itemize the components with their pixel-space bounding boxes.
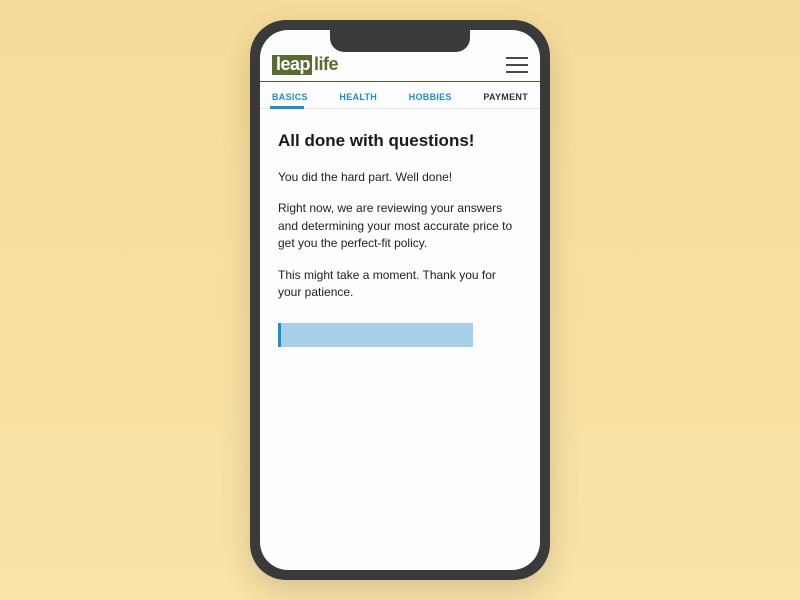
phone-notch	[330, 30, 470, 52]
brand-logo[interactable]: leap life	[272, 54, 338, 75]
phone-frame: leap life BASICS HEALTH HOBBIES PAYMENT …	[250, 20, 550, 580]
main-content: All done with questions! You did the har…	[260, 109, 540, 347]
tab-health[interactable]: HEALTH	[337, 88, 379, 108]
app-screen: leap life BASICS HEALTH HOBBIES PAYMENT …	[260, 30, 540, 570]
brand-logo-part2: life	[312, 54, 338, 75]
loading-progress	[278, 323, 522, 347]
tab-active-indicator	[270, 106, 304, 109]
page-title: All done with questions!	[278, 131, 522, 151]
brand-logo-part1: leap	[272, 55, 312, 75]
progress-tabs: BASICS HEALTH HOBBIES PAYMENT	[260, 82, 540, 109]
tab-basics[interactable]: BASICS	[270, 88, 310, 108]
loading-progress-fill	[278, 323, 473, 347]
intro-paragraph-2: Right now, we are reviewing your answers…	[278, 200, 522, 252]
intro-paragraph-1: You did the hard part. Well done!	[278, 169, 522, 186]
tab-payment[interactable]: PAYMENT	[481, 88, 530, 108]
intro-paragraph-3: This might take a moment. Thank you for …	[278, 267, 522, 302]
tab-hobbies[interactable]: HOBBIES	[407, 88, 454, 108]
hamburger-menu-icon[interactable]	[506, 57, 528, 73]
